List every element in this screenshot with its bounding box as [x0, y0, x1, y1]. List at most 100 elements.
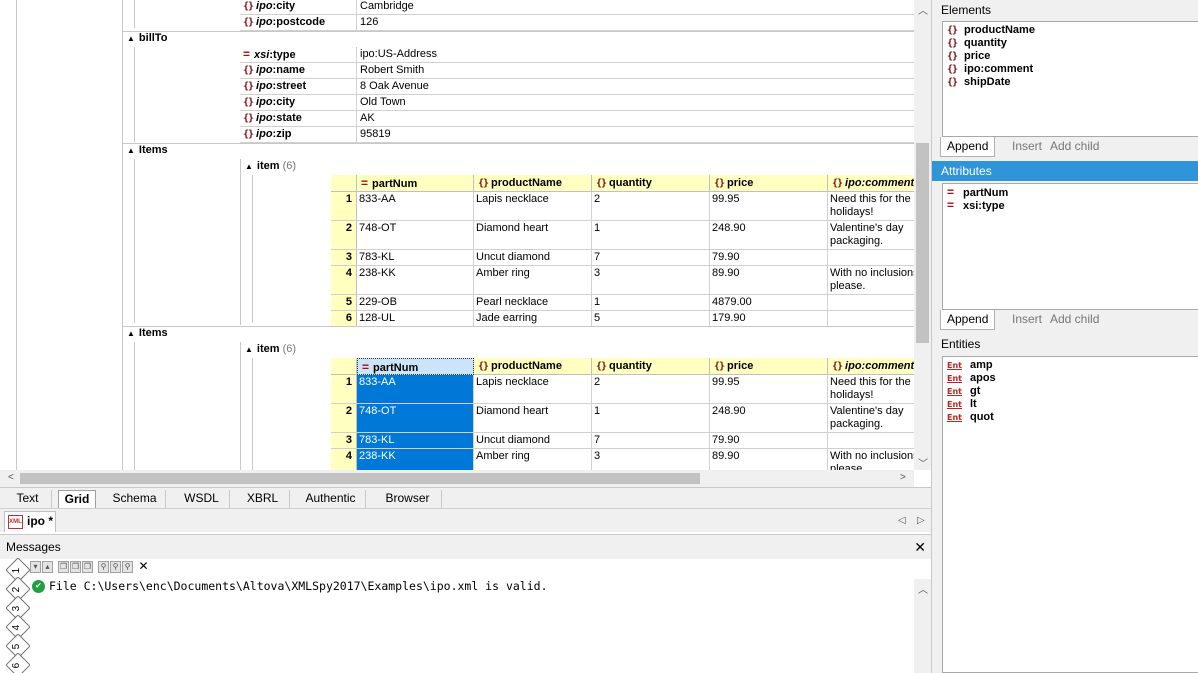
- node-value-cell[interactable]: AK: [357, 111, 914, 127]
- row-number[interactable]: 1: [331, 192, 357, 221]
- table-cell-price[interactable]: 79.90: [710, 433, 828, 449]
- copy-icon[interactable]: ❐: [58, 561, 69, 574]
- table-cell-price[interactable]: 99.95: [710, 192, 828, 221]
- horizontal-scrollbar[interactable]: < >: [0, 470, 914, 487]
- node-value-cell[interactable]: 126: [357, 15, 914, 31]
- helper-item[interactable]: Ent lt: [947, 398, 1198, 411]
- helper-tab-insert[interactable]: Insert: [1006, 137, 1048, 157]
- table-cell-comment[interactable]: Need this for the holidays!: [828, 192, 914, 221]
- table-cell-quantity[interactable]: 2: [592, 375, 710, 404]
- node-name-cell[interactable]: {} ipo:zip: [240, 127, 357, 143]
- table-cell-quantity[interactable]: 7: [592, 433, 710, 449]
- table-cell-comment[interactable]: With no inclusions, please.: [828, 449, 914, 470]
- table-cell-price[interactable]: 179.90: [710, 311, 828, 327]
- column-header-productname[interactable]: {} productName: [474, 358, 592, 375]
- column-header-price[interactable]: {} price: [710, 358, 828, 375]
- table-cell-productname[interactable]: Pearl necklace: [474, 295, 592, 311]
- row-number[interactable]: 6: [331, 311, 357, 327]
- table-cell-price[interactable]: 248.90: [710, 404, 828, 433]
- scroll-right-icon[interactable]: >: [900, 472, 906, 483]
- message-line[interactable]: ✔ File C:\Users\enc\Documents\Altova\XMLS…: [32, 579, 548, 593]
- node-name-cell[interactable]: {} ipo:street: [240, 79, 357, 95]
- view-tab-xbrl[interactable]: XBRL: [236, 490, 290, 508]
- table-cell-comment[interactable]: Need this for the holidays!: [828, 375, 914, 404]
- table-cell-productname[interactable]: Uncut diamond: [474, 433, 592, 449]
- view-tab-grid[interactable]: Grid: [58, 490, 96, 508]
- view-tab-wsdl[interactable]: WSDL: [174, 490, 230, 508]
- clear-icon[interactable]: ✕: [138, 560, 149, 573]
- column-header-quantity[interactable]: {} quantity: [592, 175, 710, 192]
- table-cell-quantity[interactable]: 1: [592, 221, 710, 250]
- view-tab-text[interactable]: Text: [4, 490, 52, 508]
- item-node[interactable]: ▲ item (6): [245, 343, 296, 355]
- tab-left-icon[interactable]: ◁: [898, 515, 906, 526]
- messages-scrollbar[interactable]: ︿: [914, 579, 931, 673]
- helper-tab-add-child[interactable]: Add child: [1044, 310, 1105, 330]
- prev-icon[interactable]: ▴: [42, 561, 53, 574]
- row-number[interactable]: 4: [331, 449, 357, 470]
- helper-item[interactable]: {} shipDate: [947, 76, 1198, 89]
- row-number[interactable]: 3: [331, 250, 357, 266]
- table-cell-comment[interactable]: Valentine's day packaging.: [828, 221, 914, 250]
- table-cell-productname[interactable]: Diamond heart: [474, 221, 592, 250]
- helper-item[interactable]: Ent apos: [947, 372, 1198, 385]
- helper-item[interactable]: {} quantity: [947, 37, 1198, 50]
- helper-tab-insert[interactable]: Insert: [1006, 310, 1048, 330]
- row-number[interactable]: 2: [331, 221, 357, 250]
- close-icon[interactable]: ✕: [914, 535, 926, 559]
- helper-item[interactable]: {} price: [947, 50, 1198, 63]
- helper-item[interactable]: Ent amp: [947, 359, 1198, 372]
- tab-right-icon[interactable]: ▷: [917, 515, 925, 526]
- table-cell-price[interactable]: 89.90: [710, 266, 828, 295]
- table-cell-price[interactable]: 89.90: [710, 449, 828, 470]
- table-cell-price[interactable]: 79.90: [710, 250, 828, 266]
- scroll-left-icon[interactable]: <: [8, 472, 14, 483]
- helper-tab-add-child[interactable]: Add child: [1044, 137, 1105, 157]
- table-cell-price[interactable]: 4879.00: [710, 295, 828, 311]
- node-value-cell[interactable]: 95819: [357, 127, 914, 143]
- table-cell-productname[interactable]: Lapis necklace: [474, 375, 592, 404]
- node-name-cell[interactable]: {} ipo:state: [240, 111, 357, 127]
- scroll-thumb[interactable]: [20, 473, 700, 484]
- table-cell-comment[interactable]: [828, 311, 914, 327]
- table-cell-quantity[interactable]: 1: [592, 404, 710, 433]
- collapse-icon[interactable]: ▲: [127, 329, 135, 338]
- table-cell-partnum[interactable]: 783-KL: [357, 250, 474, 266]
- node-value-cell[interactable]: Old Town: [357, 95, 914, 111]
- table-cell-quantity[interactable]: 3: [592, 449, 710, 470]
- table-cell-price[interactable]: 99.95: [710, 375, 828, 404]
- find-next-icon[interactable]: ⚲: [110, 561, 121, 574]
- row-number[interactable]: 1: [331, 375, 357, 404]
- collapse-icon[interactable]: ▲: [127, 146, 135, 155]
- table-cell-comment[interactable]: [828, 250, 914, 266]
- column-header-price[interactable]: {} price: [710, 175, 828, 192]
- table-cell-productname[interactable]: Jade earring: [474, 311, 592, 327]
- helper-tab-append[interactable]: Append: [940, 310, 996, 330]
- column-header-comment[interactable]: {} ipo:comment: [828, 358, 914, 375]
- elements-list[interactable]: {} productName {} quantity {} price {} ipo:comm…: [942, 21, 1198, 137]
- find-icon[interactable]: ⚲: [98, 561, 109, 574]
- item-node[interactable]: ▲ item (6): [245, 160, 296, 172]
- row-number[interactable]: 5: [331, 295, 357, 311]
- table-cell-partnum[interactable]: 128-UL: [357, 311, 474, 327]
- vertical-scrollbar[interactable]: ︿ ﹀: [914, 0, 931, 470]
- table-cell-comment[interactable]: [828, 433, 914, 449]
- table-cell-productname[interactable]: Amber ring: [474, 449, 592, 470]
- table-cell-partnum[interactable]: 748-OT: [357, 221, 474, 250]
- table-cell-quantity[interactable]: 5: [592, 311, 710, 327]
- helper-item[interactable]: {} ipo:comment: [947, 63, 1198, 76]
- scroll-up-icon[interactable]: ︿: [918, 2, 928, 17]
- node-name-cell[interactable]: = xsi:type: [240, 47, 357, 63]
- grid-view[interactable]: {} ipo:city Cambridge{} ipo:postcode 126 ▲ bi…: [0, 0, 914, 470]
- row-number[interactable]: 4: [331, 266, 357, 295]
- node-name-cell[interactable]: {} ipo:city: [240, 95, 357, 111]
- table-cell-partnum[interactable]: 229-OB: [357, 295, 474, 311]
- helper-item[interactable]: {} productName: [947, 24, 1198, 37]
- view-tab-browser[interactable]: Browser: [374, 490, 442, 508]
- column-header-comment[interactable]: {} ipo:comment: [828, 175, 914, 192]
- collapse-icon[interactable]: ▲: [245, 162, 253, 171]
- table-cell-quantity[interactable]: 7: [592, 250, 710, 266]
- collapse-icon[interactable]: ▲: [127, 34, 135, 43]
- view-tab-schema[interactable]: Schema: [104, 490, 166, 508]
- table-cell-price[interactable]: 248.90: [710, 221, 828, 250]
